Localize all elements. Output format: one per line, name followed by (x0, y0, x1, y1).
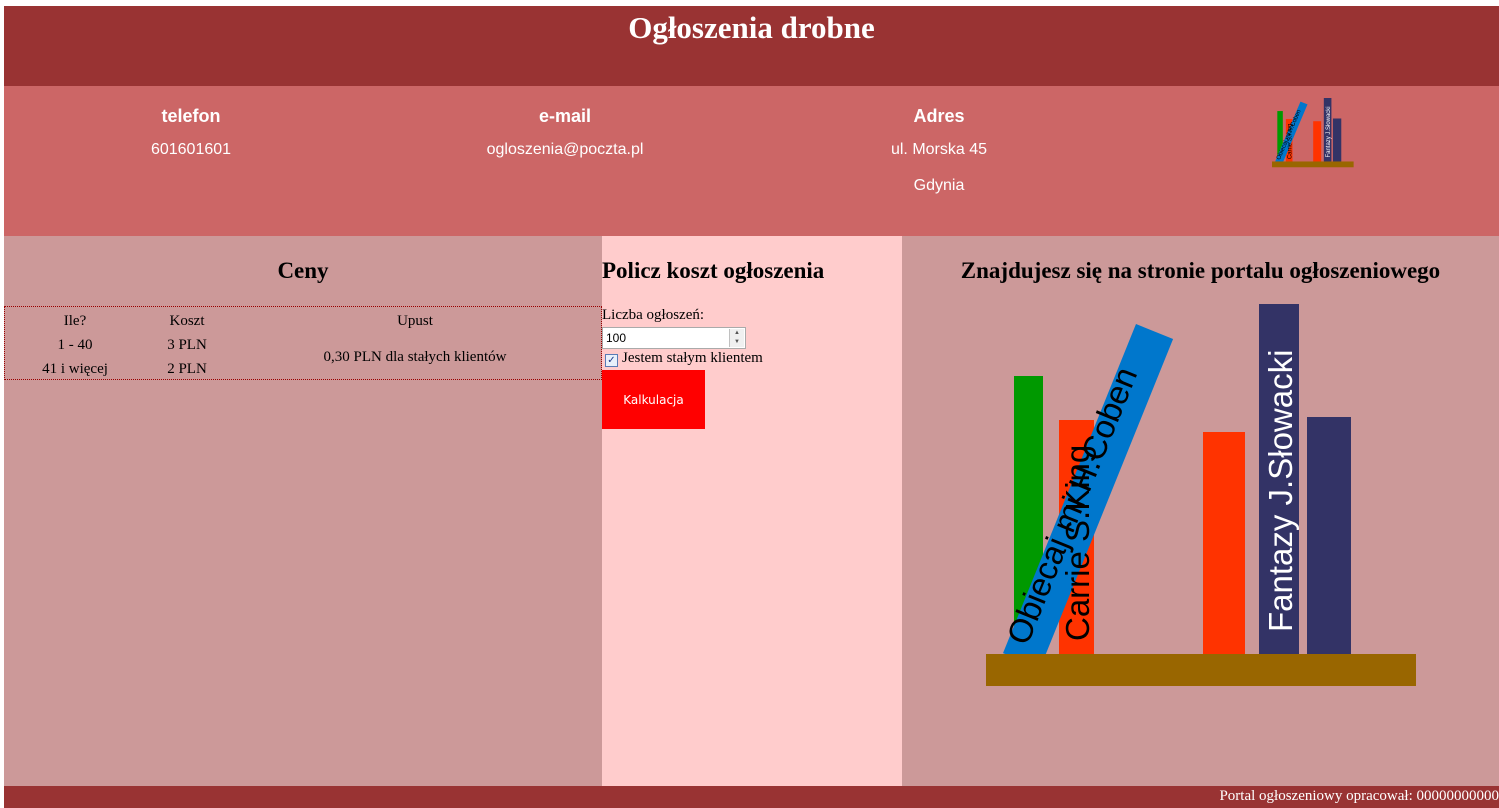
stepper-up-icon[interactable]: ▲ (730, 329, 744, 338)
col-header-cost: Koszt (169, 313, 205, 329)
count-input[interactable]: 100 ▲ ▼ (602, 327, 746, 349)
address-street: ul. Morska 45 (890, 141, 988, 158)
count-label: Liczba ogłoszeń: (602, 307, 705, 323)
main-content: Ceny Ile? Koszt Upust 1 - 40 3 PLN 0,30 … (4, 236, 1499, 786)
contact-email: e-mail ogloszenia@poczta.pl (465, 106, 665, 168)
phone-number: 601601601 (150, 141, 232, 158)
calculate-button[interactable]: Kalkulacja (602, 370, 705, 429)
header-banner: Ogłoszenia drobne (4, 6, 1499, 86)
contact-phone: telefon 601601601 (91, 106, 291, 168)
shelf (986, 654, 1416, 686)
book-carrie-title: Carrie S.King (1059, 445, 1096, 641)
svg-text:Carrie S.King: Carrie S.King (1286, 124, 1293, 160)
email-heading: e-mail (538, 106, 592, 126)
bookshelf-logo-small: Obiecaj mi H.Coben Carrie S.King Fantazy… (1272, 98, 1354, 168)
logo-shelf (1272, 161, 1354, 168)
book-orange (1203, 432, 1245, 654)
count-stepper[interactable]: ▲ ▼ (729, 329, 744, 347)
book-fantazy-title: Fantazy J.Słowacki (1262, 350, 1299, 632)
logo-book-navy (1332, 118, 1342, 162)
col-header-discount: Upust (397, 313, 433, 329)
page-title: Ogłoszenia drobne (628, 10, 875, 45)
regular-client-checkbox[interactable]: ✓ (605, 354, 618, 367)
stepper-down-icon[interactable]: ▼ (730, 338, 744, 347)
table-cell-discount: 0,30 PLN dla stałych klientów (323, 349, 507, 365)
address-city: Gdynia (913, 177, 965, 194)
bookshelf-illustration: Obiecaj mi H.Coben Carrie S.King Fantazy… (986, 304, 1416, 686)
phone-heading: telefon (161, 106, 221, 126)
book-navy (1307, 417, 1351, 654)
table-cell-qty: 1 - 40 (57, 337, 93, 353)
portal-heading: Znajdujesz się na stronie portalu ogłosz… (960, 258, 1441, 283)
svg-text:Fantazy J.Słowacki: Fantazy J.Słowacki (1325, 106, 1332, 157)
contact-address: Adres ul. Morska 45 Gdynia (839, 106, 1039, 204)
contact-section: telefon 601601601 e-mail ogloszenia@pocz… (4, 86, 1499, 236)
email-address: ogloszenia@poczta.pl (486, 141, 644, 158)
table-cell-cost: 2 PLN (167, 361, 207, 377)
calculator-heading: Policz koszt ogłoszenia (602, 258, 825, 283)
footer: Portal ogłoszeniowy opracował: 000000000… (4, 786, 1499, 808)
regular-client-label: Jestem stałym klientem (622, 350, 763, 366)
address-heading: Adres (913, 106, 965, 126)
prices-panel: Ceny Ile? Koszt Upust 1 - 40 3 PLN 0,30 … (4, 236, 602, 786)
table-cell-qty: 41 i więcej (42, 361, 108, 377)
logo-book-orange (1313, 121, 1322, 162)
prices-heading: Ceny (277, 258, 329, 283)
table-cell-cost: 3 PLN (167, 337, 207, 353)
col-header-qty: Ile? (63, 313, 87, 329)
regular-client-row: ✓ Jestem stałym klientem (605, 350, 763, 370)
calculator-panel: Policz koszt ogłoszenia Liczba ogłoszeń:… (602, 236, 902, 786)
footer-credit: Portal ogłoszeniowy opracował: 000000000… (1219, 788, 1499, 804)
portal-panel: Znajdujesz się na stronie portalu ogłosz… (902, 236, 1499, 786)
count-value: 100 (606, 331, 627, 345)
prices-table: Ile? Koszt Upust 1 - 40 3 PLN 0,30 PLN d… (4, 306, 602, 380)
